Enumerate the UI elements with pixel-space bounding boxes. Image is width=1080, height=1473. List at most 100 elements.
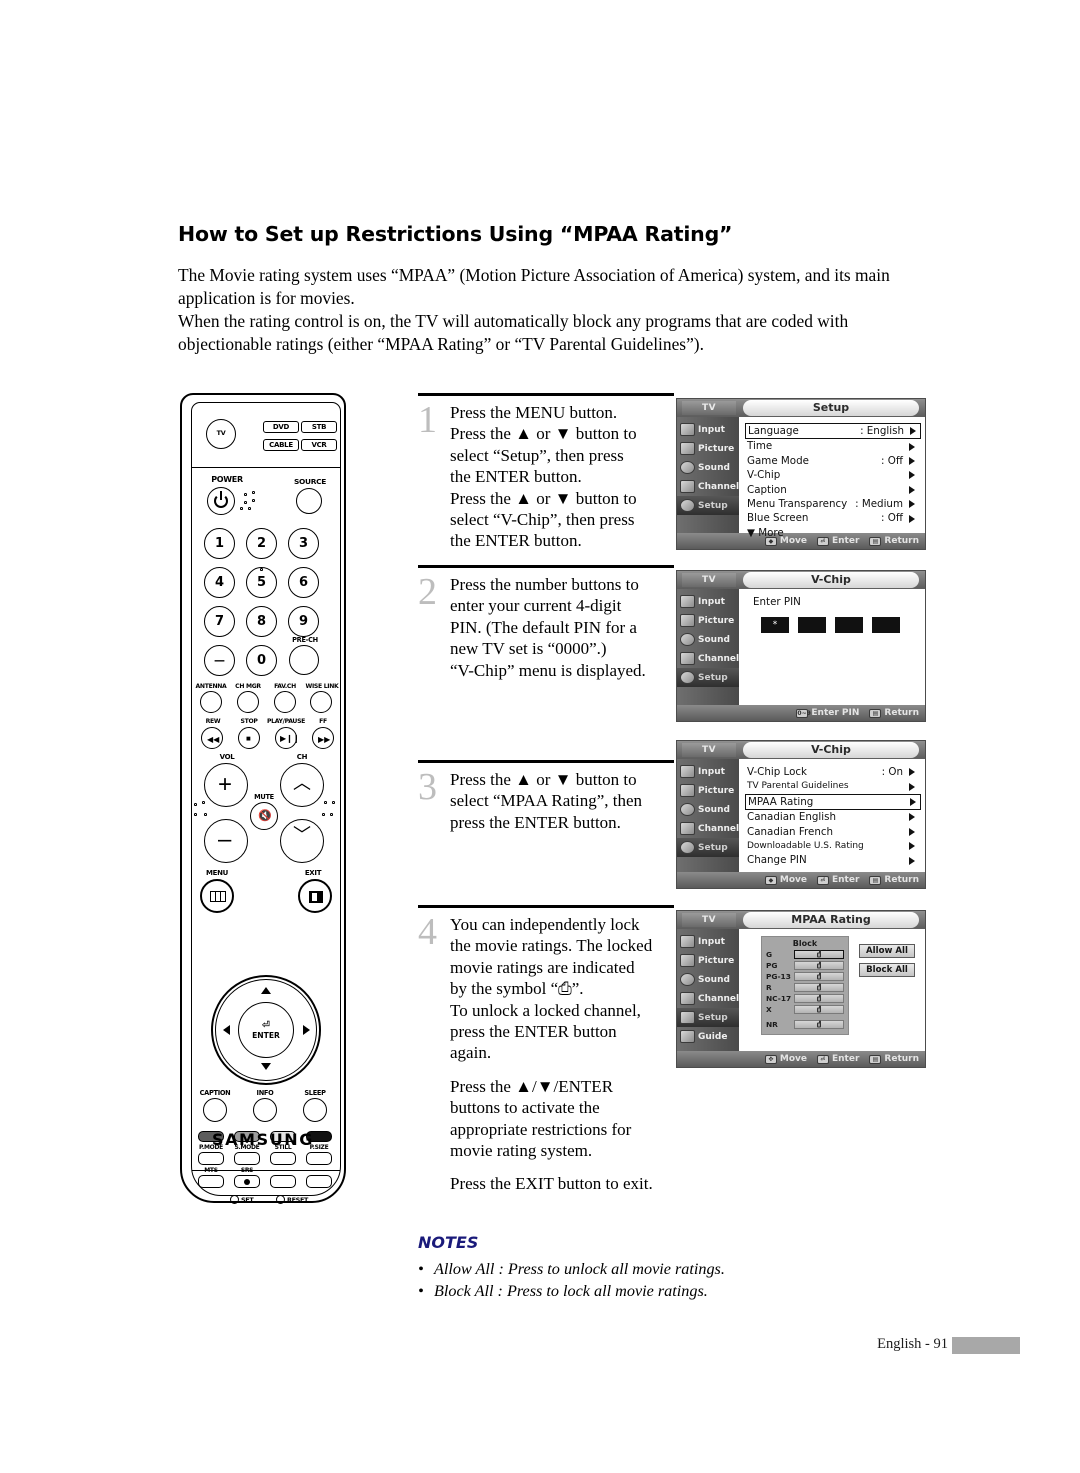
menu-row-blue-screen[interactable]: Blue Screen: Off	[747, 511, 919, 525]
srs-button[interactable]	[234, 1175, 260, 1188]
nav-down-icon[interactable]	[261, 1063, 271, 1070]
volume-down-button[interactable]: –	[204, 819, 248, 863]
key-7[interactable]: 7	[204, 606, 235, 637]
pin-box-1[interactable]: *	[761, 617, 789, 634]
mpaa-toggle-nc-17[interactable]	[794, 994, 844, 1003]
sidebar-item-sound[interactable]: Sound	[677, 800, 739, 819]
key-6[interactable]: 6	[288, 567, 319, 598]
sidebar-item-input[interactable]: Input	[677, 420, 739, 439]
menu-row-canadian-french[interactable]: Canadian French	[747, 825, 919, 839]
still-button[interactable]	[270, 1152, 296, 1165]
menu-row-mpaa-rating[interactable]: MPAA Rating	[745, 793, 921, 811]
menu-row-caption[interactable]: Caption	[747, 483, 919, 497]
menu-row-tv-parental-guidelines[interactable]: TV Parental Guidelines	[747, 779, 919, 793]
p-size-button[interactable]	[306, 1152, 332, 1165]
block-all-button[interactable]: Block All	[859, 963, 915, 977]
pin-box-2[interactable]	[798, 617, 826, 634]
caption-button[interactable]	[203, 1098, 227, 1122]
sidebar-item-sound[interactable]: Sound	[677, 458, 739, 477]
menu-row-change-pin[interactable]: Change PIN	[747, 853, 919, 867]
sidebar-item-setup[interactable]: Setup	[677, 1008, 739, 1027]
sidebar-item-setup[interactable]: Setup	[677, 838, 739, 857]
sidebar-item-sound[interactable]: Sound	[677, 970, 739, 989]
sidebar-item-setup[interactable]: Setup	[677, 668, 739, 687]
menu-row-menu-transparency[interactable]: Menu Transparency: Medium	[747, 497, 919, 511]
sidebar-item-channel[interactable]: Channel	[677, 649, 739, 668]
mpaa-toggle-nr[interactable]	[794, 1020, 844, 1029]
nav-right-icon[interactable]	[303, 1025, 310, 1035]
channel-up-button[interactable]: ︿	[280, 763, 324, 807]
key-8[interactable]: 8	[246, 606, 277, 637]
sidebar-item-input[interactable]: Input	[677, 592, 739, 611]
key-2[interactable]: 2	[246, 528, 277, 559]
mpaa-row-nr[interactable]: NR	[766, 1019, 844, 1030]
pre-ch-button[interactable]	[289, 645, 319, 675]
sidebar-item-picture[interactable]: Picture	[677, 951, 739, 970]
key-9[interactable]: 9	[288, 606, 319, 637]
menu-row-downloadable-us-rating[interactable]: Downloadable U.S. Rating	[747, 839, 919, 853]
p-mode-button[interactable]	[198, 1152, 224, 1165]
sidebar-item-sound[interactable]: Sound	[677, 630, 739, 649]
fav-ch-button[interactable]	[274, 691, 296, 713]
sidebar-item-channel[interactable]: Channel	[677, 989, 739, 1008]
dvd-mode-button[interactable]: DVD	[263, 421, 299, 433]
key-3[interactable]: 3	[288, 528, 319, 559]
nav-up-icon[interactable]	[261, 987, 271, 994]
reset-button[interactable]	[276, 1195, 285, 1204]
mute-button[interactable]: 🔇	[250, 802, 278, 830]
set-button[interactable]	[230, 1195, 239, 1204]
exit-button[interactable]	[298, 879, 332, 913]
allow-all-button[interactable]: Allow All	[859, 944, 915, 958]
menu-button[interactable]	[200, 879, 234, 913]
menu-row-v-chip[interactable]: V-Chip	[747, 468, 919, 482]
key-5[interactable]: 5	[246, 567, 277, 598]
mpaa-toggle-pg[interactable]	[794, 961, 844, 970]
sidebar-item-channel[interactable]: Channel	[677, 477, 739, 496]
aux-button-2[interactable]	[306, 1175, 332, 1188]
key-0[interactable]: 0	[246, 645, 277, 676]
menu-row-canadian-english[interactable]: Canadian English	[747, 810, 919, 824]
key-4[interactable]: 4	[204, 567, 235, 598]
pin-box-3[interactable]	[835, 617, 863, 634]
sidebar-item-setup[interactable]: Setup	[677, 496, 739, 515]
sidebar-item-input[interactable]: Input	[677, 762, 739, 781]
info-button[interactable]	[253, 1098, 277, 1122]
rew-button[interactable]: ◀◀	[201, 727, 223, 749]
mpaa-toggle-g[interactable]	[794, 950, 844, 959]
menu-row-game-mode[interactable]: Game Mode: Off	[747, 454, 919, 468]
volume-up-button[interactable]: +	[204, 763, 248, 807]
pin-box-4[interactable]	[872, 617, 900, 634]
ch-mgr-button[interactable]	[237, 691, 259, 713]
stop-button[interactable]: ■	[238, 727, 260, 749]
menu-row-more[interactable]: ▼ More	[747, 526, 919, 540]
cable-mode-button[interactable]: CABLE	[263, 439, 299, 451]
sidebar-item-channel[interactable]: Channel	[677, 819, 739, 838]
mpaa-row-pg-13[interactable]: PG-13	[766, 971, 844, 982]
aux-button-1[interactable]	[270, 1175, 296, 1188]
wise-link-button[interactable]	[310, 691, 332, 713]
sidebar-item-picture[interactable]: Picture	[677, 781, 739, 800]
sleep-button[interactable]	[303, 1098, 327, 1122]
ff-button[interactable]: ▶▶	[312, 727, 334, 749]
channel-down-button[interactable]: ﹀	[280, 819, 324, 863]
mpaa-row-g[interactable]: G	[766, 949, 844, 960]
mpaa-toggle-r[interactable]	[794, 983, 844, 992]
sidebar-item-picture[interactable]: Picture	[677, 611, 739, 630]
mpaa-row-x[interactable]: X	[766, 1004, 844, 1015]
sidebar-item-guide[interactable]: Guide	[677, 1027, 739, 1046]
stb-mode-button[interactable]: STB	[301, 421, 337, 433]
mpaa-toggle-pg-13[interactable]	[794, 972, 844, 981]
pin-entry-field[interactable]: *	[761, 617, 919, 634]
enter-button[interactable]: ⏎ ENTER	[238, 1002, 294, 1058]
menu-row-time[interactable]: Time	[747, 439, 919, 453]
nav-left-icon[interactable]	[223, 1025, 230, 1035]
mpaa-row-pg[interactable]: PG	[766, 960, 844, 971]
mpaa-toggle-x[interactable]	[794, 1005, 844, 1014]
menu-row-language[interactable]: Language: English	[745, 423, 921, 440]
vcr-mode-button[interactable]: VCR	[301, 439, 337, 451]
mpaa-row-r[interactable]: R	[766, 982, 844, 993]
s-mode-button[interactable]	[234, 1152, 260, 1165]
mts-button[interactable]	[198, 1175, 224, 1188]
antenna-button[interactable]	[200, 691, 222, 713]
menu-row-vchip-lock[interactable]: V-Chip Lock: On	[747, 765, 919, 779]
